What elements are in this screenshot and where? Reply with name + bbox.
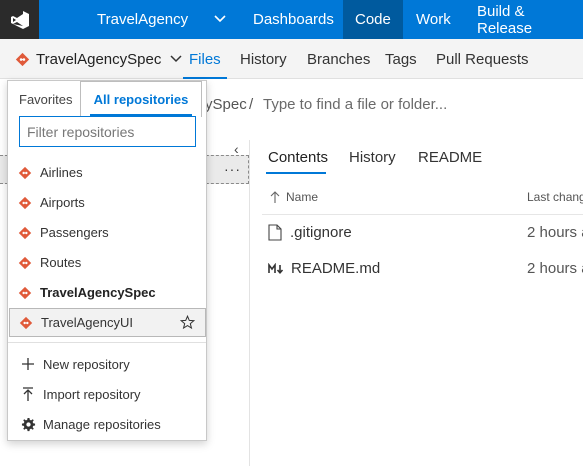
more-actions-icon[interactable]: ···: [224, 161, 241, 177]
repo-item-label: Routes: [40, 255, 82, 270]
file-name[interactable]: .gitignore: [290, 224, 352, 241]
nav-build-release[interactable]: Build & Release: [477, 0, 583, 39]
repo-item-airports[interactable]: Airports: [9, 188, 205, 217]
file-last-change: 2 hours a: [527, 224, 583, 241]
new-repository-label: New repository: [43, 356, 130, 372]
nav-dashboards[interactable]: Dashboards: [253, 0, 334, 39]
code-hub-subnav: TravelAgencySpec Files History Branches …: [0, 39, 583, 79]
active-tab-indicator: [266, 172, 326, 174]
column-header-name[interactable]: Name: [270, 190, 318, 204]
git-repo-icon: [18, 286, 32, 300]
tab-readme[interactable]: README: [418, 149, 482, 166]
repo-selector-label: TravelAgencySpec: [36, 50, 162, 68]
git-repo-icon: [19, 316, 33, 330]
gear-icon: [19, 417, 37, 432]
repo-item-label: Airports: [40, 195, 85, 210]
plus-icon: [19, 357, 37, 371]
file-icon: [268, 224, 282, 241]
git-repo-icon: [18, 196, 32, 210]
import-repository-button[interactable]: Import repository: [19, 380, 141, 408]
git-repo-icon: [15, 52, 30, 67]
column-header-last-change[interactable]: Last chang: [527, 190, 583, 204]
markdown-icon: [268, 262, 284, 275]
file-last-change: 2 hours a: [527, 260, 583, 277]
repo-item-passengers[interactable]: Passengers: [9, 218, 205, 247]
tab-pull-requests[interactable]: Pull Requests: [436, 39, 529, 79]
import-icon: [19, 386, 37, 402]
repository-dropdown: Favorites All repositories Airlines Airp…: [7, 80, 207, 441]
repo-item-airlines[interactable]: Airlines: [9, 158, 205, 187]
filter-repositories-input[interactable]: [19, 116, 196, 147]
repo-item-travelagencyspec[interactable]: TravelAgencySpec: [9, 278, 205, 307]
dropdown-divider: [8, 342, 206, 343]
repo-item-label: Airlines: [40, 165, 83, 180]
tab-history[interactable]: History: [240, 39, 287, 79]
repo-item-label: Passengers: [40, 225, 109, 240]
nav-code[interactable]: Code: [343, 0, 403, 39]
tab-tags[interactable]: Tags: [385, 39, 417, 79]
tab-contents[interactable]: Contents: [268, 149, 328, 166]
top-navigation-bar: TravelAgency Dashboards Code Work Build …: [0, 0, 583, 39]
star-favorite-icon[interactable]: [180, 315, 195, 330]
repo-selector[interactable]: TravelAgencySpec: [15, 39, 182, 79]
path-separator: /: [249, 96, 254, 113]
git-repo-icon: [18, 226, 32, 240]
repo-item-label: TravelAgencyUI: [41, 315, 133, 330]
pane-divider[interactable]: [249, 140, 250, 466]
vsts-logo-icon[interactable]: [0, 0, 39, 39]
manage-repositories-button[interactable]: Manage repositories: [19, 410, 161, 438]
git-repo-icon: [18, 166, 32, 180]
path-breadcrumb[interactable]: ySpec: [205, 96, 247, 113]
path-search-input[interactable]: Type to find a file or folder...: [263, 96, 447, 113]
project-selector[interactable]: TravelAgency: [80, 0, 235, 39]
repo-item-travelagencyui[interactable]: TravelAgencyUI: [9, 308, 206, 337]
table-row[interactable]: .gitignore: [268, 224, 352, 241]
table-header-divider: [262, 214, 583, 215]
import-repository-label: Import repository: [43, 386, 141, 402]
repo-item-routes[interactable]: Routes: [9, 248, 205, 277]
project-name: TravelAgency: [97, 11, 189, 28]
nav-work[interactable]: Work: [416, 0, 451, 39]
new-repository-button[interactable]: New repository: [19, 350, 130, 378]
column-header-name-label: Name: [286, 190, 319, 204]
sort-up-arrow-icon: [270, 190, 280, 203]
tab-content-history[interactable]: History: [349, 149, 396, 166]
tab-all-repositories[interactable]: All repositories: [80, 81, 202, 117]
tab-favorites[interactable]: Favorites: [19, 81, 72, 117]
table-row[interactable]: README.md: [268, 260, 380, 277]
git-repo-icon: [18, 256, 32, 270]
tab-branches[interactable]: Branches: [307, 39, 370, 79]
chevron-down-icon: [214, 15, 226, 23]
manage-repositories-label: Manage repositories: [43, 416, 161, 432]
repo-item-label: TravelAgencySpec: [40, 285, 156, 300]
file-name[interactable]: README.md: [291, 260, 380, 277]
tab-files[interactable]: Files: [183, 39, 227, 79]
chevron-down-icon: [170, 55, 182, 63]
